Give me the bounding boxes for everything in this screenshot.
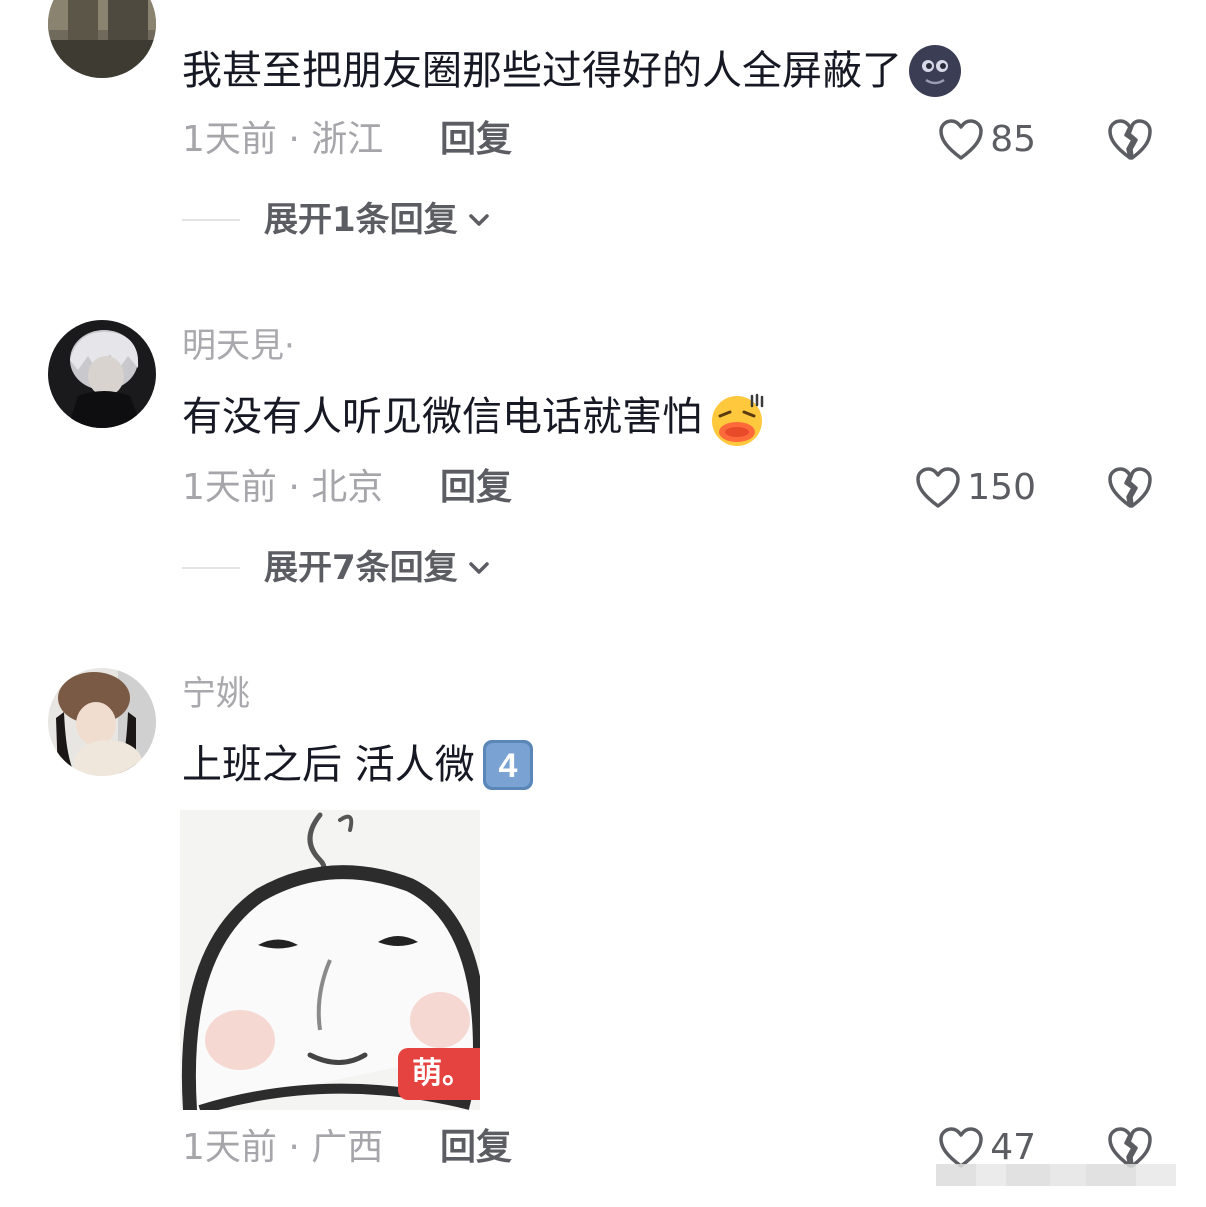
username[interactable]: 宁姚 bbox=[182, 674, 250, 714]
dislike-button[interactable] bbox=[1106, 466, 1154, 510]
comment-meta: 1天前 · 广西 bbox=[182, 1127, 384, 1168]
reply-button[interactable]: 回复 bbox=[440, 1126, 512, 1170]
heart-icon bbox=[916, 467, 961, 508]
avatar[interactable] bbox=[48, 0, 156, 78]
comment-item: 我甚至把朋友圈那些过得好的人全屏蔽了 1天前 · 浙江 回复 85 展开1条回复 bbox=[0, 0, 1206, 290]
avatar[interactable] bbox=[48, 668, 156, 776]
watermark bbox=[936, 1160, 1198, 1190]
divider bbox=[182, 567, 240, 569]
comment-text: 上班之后 活人微 4 bbox=[182, 738, 535, 792]
like-count: 85 bbox=[990, 119, 1036, 160]
reply-button[interactable]: 回复 bbox=[440, 118, 512, 162]
avatar[interactable] bbox=[48, 320, 156, 428]
username[interactable]: 明天見· bbox=[182, 326, 295, 366]
svg-text:4: 4 bbox=[498, 747, 517, 785]
comment-text: 我甚至把朋友圈那些过得好的人全屏蔽了 bbox=[182, 44, 962, 98]
like-count: 150 bbox=[967, 467, 1036, 508]
comment-meta: 1天前 · 北京 bbox=[182, 467, 384, 508]
keycap-4-icon: 4 bbox=[481, 738, 535, 792]
comment-item: 明天見· 有没有人听见微信电话就害怕 1天前 · 北京 回复 150 展开7条回… bbox=[0, 300, 1206, 640]
divider bbox=[182, 219, 240, 221]
reply-button[interactable]: 回复 bbox=[440, 466, 512, 510]
expand-replies-button[interactable]: 展开7条回复 bbox=[182, 546, 492, 590]
comment-list: 我甚至把朋友圈那些过得好的人全屏蔽了 1天前 · 浙江 回复 85 展开1条回复… bbox=[0, 0, 1206, 1207]
chevron-down-icon bbox=[468, 214, 489, 226]
heart-icon bbox=[939, 119, 983, 160]
dislike-button[interactable] bbox=[1106, 118, 1154, 162]
broken-heart-icon bbox=[1108, 467, 1152, 508]
broken-heart-icon bbox=[1108, 119, 1152, 160]
expand-replies-button[interactable]: 展开1条回复 bbox=[182, 198, 492, 242]
like-button[interactable]: 85 bbox=[938, 118, 1036, 162]
chevron-down-icon bbox=[468, 562, 489, 574]
comment-text: 有没有人听见微信电话就害怕 bbox=[182, 390, 764, 446]
comment-meta: 1天前 · 浙江 bbox=[182, 119, 384, 160]
dark-moon-face-icon bbox=[908, 44, 962, 98]
sticker-badge: 萌。 bbox=[398, 1048, 480, 1100]
scared-face-icon bbox=[708, 390, 764, 446]
like-button[interactable]: 150 bbox=[915, 466, 1036, 510]
sticker-image[interactable]: 萌。 bbox=[180, 810, 480, 1110]
